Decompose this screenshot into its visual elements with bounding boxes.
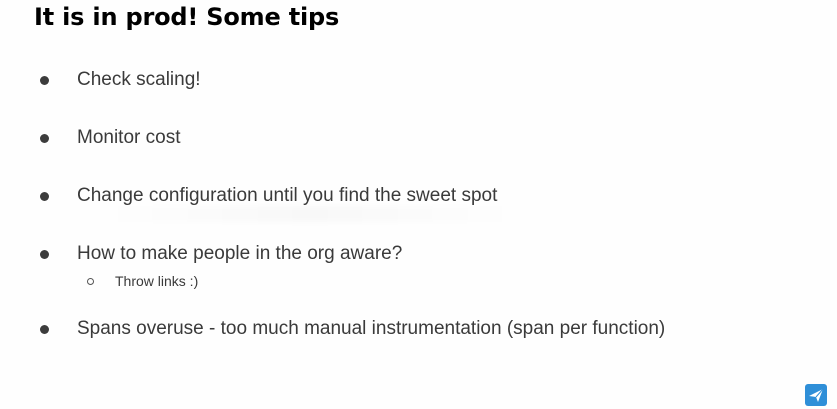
sub-bullet-text: Throw links :) (115, 273, 199, 289)
faint-background-artifact (100, 206, 520, 222)
slide-title: It is in prod! Some tips (34, 3, 340, 31)
hollow-bullet-icon (87, 277, 94, 285)
bullet-dot-icon (40, 75, 49, 85)
bullet-item: Monitor cost (40, 127, 180, 149)
bullet-text: Monitor cost (77, 127, 181, 148)
bullet-text: Change configuration until you find the … (77, 185, 498, 206)
bullet-item: How to make people in the org aware? (40, 243, 402, 265)
sub-bullet-item: Throw links :) (87, 273, 198, 289)
bullet-item: Change configuration until you find the … (40, 185, 497, 207)
paper-plane-logo-icon (805, 384, 827, 406)
bullet-item: Spans overuse - too much manual instrume… (40, 318, 665, 340)
slide: It is in prod! Some tips Check scaling! … (0, 0, 837, 409)
bullet-text: Spans overuse - too much manual instrume… (77, 318, 666, 339)
bullet-dot-icon (40, 324, 49, 334)
bullet-dot-icon (40, 191, 49, 201)
bullet-text: Check scaling! (77, 69, 201, 90)
bullet-dot-icon (40, 249, 49, 259)
bullet-text: How to make people in the org aware? (77, 243, 403, 264)
bullet-item: Check scaling! (40, 69, 201, 91)
bullet-dot-icon (40, 133, 49, 143)
